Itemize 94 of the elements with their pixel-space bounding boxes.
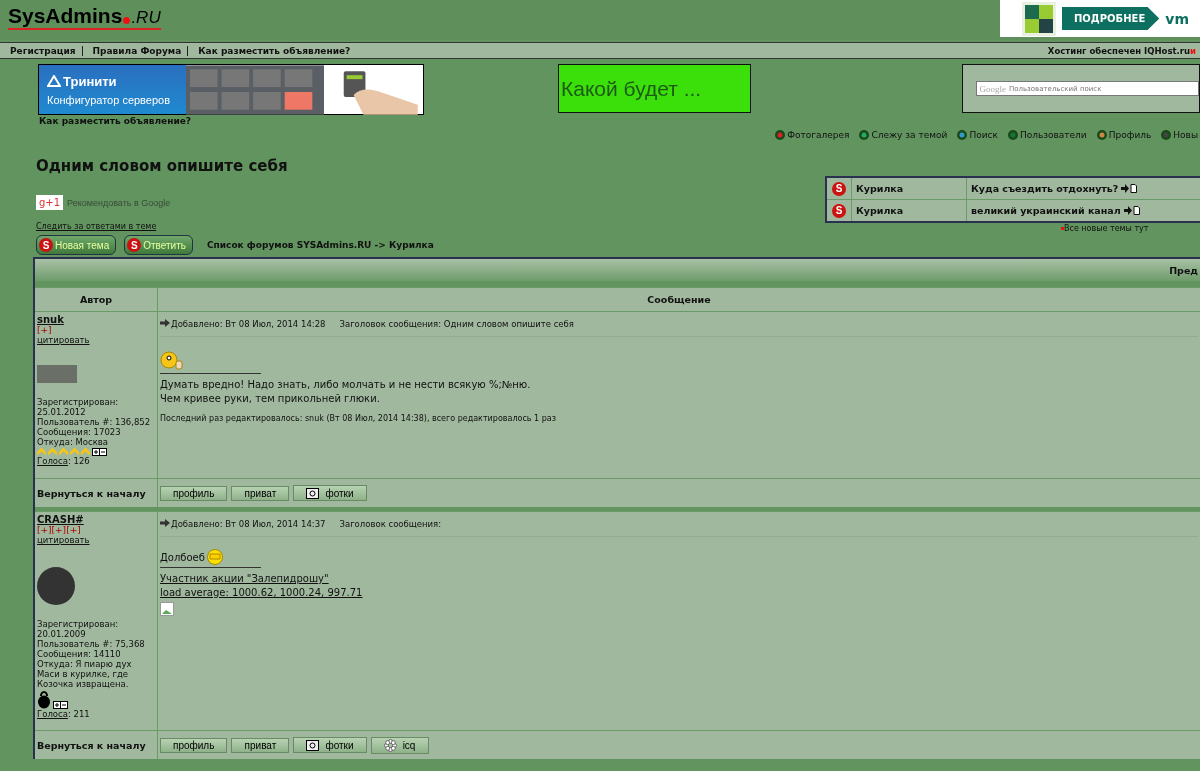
kettlebell-icon <box>37 689 51 709</box>
author-name[interactable]: CRASH# <box>37 514 84 525</box>
profile-action-button[interactable]: приват <box>231 737 290 753</box>
menu-dot-icon <box>1007 130 1018 140</box>
author-detail: Сообщения: 17023 <box>37 427 122 437</box>
menu-dot-icon <box>1161 130 1172 140</box>
ad-title: Тринити <box>63 73 117 89</box>
previous-link[interactable]: Пред <box>1169 264 1198 276</box>
votes-count: Голоса: 211 <box>37 709 90 719</box>
post-date: Добавлено: Вт 08 Июл, 2014 14:37 <box>160 519 326 529</box>
plus-minus-icon[interactable] <box>53 701 68 709</box>
profile-action-button[interactable]: фотки <box>293 485 367 501</box>
plus-minus-icon[interactable] <box>92 448 107 456</box>
reputation-link[interactable]: [+] <box>37 325 52 335</box>
profile-action-button[interactable]: фотки <box>293 737 367 753</box>
menu-link[interactable]: Поиск <box>957 130 998 140</box>
edit-note: Последний раз редактировалось: snuk (Вт 08 Июл, 2014 14:38), всего редактировалось 1 раз <box>160 414 556 423</box>
forum-logo-icon: S <box>832 181 846 196</box>
google-plus-button[interactable]: g+1 <box>36 195 64 210</box>
menu-link[interactable]: Слежу за темой <box>859 130 948 140</box>
ad-subtitle: Конфигуратор серверов <box>47 93 172 106</box>
forum-logo-icon: S <box>832 203 846 218</box>
arrow-icon <box>160 519 170 527</box>
broken-image-icon <box>160 602 174 616</box>
post-date: Добавлено: Вт 08 Июл, 2014 14:28 <box>160 319 326 329</box>
profile-action-button[interactable]: профиль <box>160 485 228 501</box>
goto-icon <box>1123 206 1140 215</box>
menu-dot-icon <box>775 130 786 140</box>
profile-action-button[interactable]: icq <box>370 736 429 754</box>
menu-link[interactable]: Фотогалерея <box>775 130 850 140</box>
hosting-text-more: и <box>1190 45 1196 56</box>
back-to-top-link[interactable]: Вернуться к началу <box>37 487 146 499</box>
follow-topic-link[interactable]: Следить за ответами в теме <box>36 222 434 231</box>
site-logo[interactable]: SysAdmins .RU <box>8 3 161 30</box>
quote-link[interactable]: цитировать <box>37 535 90 545</box>
server-ad-banner[interactable]: Тринити Конфигуратор серверов <box>38 64 424 115</box>
column-header: Сообщение <box>646 293 712 307</box>
menu-link[interactable]: Пользователи <box>1007 130 1087 140</box>
all-new-topics-link[interactable]: Все новые темы тут <box>1061 224 1200 233</box>
votes-count: Голоса: 126 <box>37 456 90 466</box>
ad-more-button[interactable]: ПОДРОБНЕЕ <box>1062 7 1160 30</box>
author-detail: Зарегистрирован: 25.01.2012 <box>37 397 120 417</box>
signature-link[interactable]: Участник акции "Залепидрошу" <box>160 572 329 586</box>
avatar-placeholder <box>37 567 75 605</box>
post-subject: Заголовок сообщения: Одним словом опишите себя <box>339 319 574 329</box>
goto-icon <box>1121 184 1138 193</box>
author-detail: Сообщения: 14110 <box>37 649 122 659</box>
forum-name[interactable]: Курилка <box>852 178 967 199</box>
nav-link[interactable]: Регистрация <box>0 45 83 56</box>
google-recommend-text: Рекомендовать в Google <box>67 197 171 208</box>
ad-banner[interactable]: ПОДРОБНЕЕ vm <box>1000 0 1200 37</box>
reputation-link[interactable]: [+][+][+] <box>37 525 81 535</box>
profile-action-button[interactable]: приват <box>231 485 290 501</box>
author-detail: Пользователь #: 75,368 <box>37 639 146 649</box>
arrow-icon <box>160 319 170 327</box>
author-name[interactable]: snuk <box>37 314 64 325</box>
nav-link[interactable]: Как разместить объявление? <box>188 45 357 56</box>
author-detail: Откуда: Я пиарю дух Маси в курилке, где Козочка извращена. <box>37 659 133 689</box>
quote-link[interactable]: цитировать <box>37 335 90 345</box>
profile-action-button[interactable]: профиль <box>160 737 228 753</box>
book-cover-icon <box>1022 1 1056 36</box>
menu-link[interactable]: Новы <box>1161 130 1198 140</box>
forum-name[interactable]: Курилка <box>852 200 967 221</box>
ad-link[interactable]: Как разместить объявление? <box>39 116 1200 126</box>
menu-link[interactable]: Профиль <box>1096 130 1152 140</box>
topic-link[interactable]: Куда съездить отдохнуть? <box>967 178 1138 199</box>
post-text: Долбоеб <box>160 551 205 563</box>
topic-link[interactable]: великий украинский канал <box>967 200 1140 221</box>
author-detail: Зарегистрирован: 20.01.2009 <box>37 619 120 639</box>
hosting-text: Хостинг обеспечен IQHost.ru <box>1047 45 1191 56</box>
back-to-top-link[interactable]: Вернуться к началу <box>37 739 146 751</box>
smiley-icon <box>160 349 184 371</box>
triangle-logo-icon <box>47 75 61 87</box>
topic-title: Одним словом опишите себя <box>36 157 289 175</box>
signature-link[interactable]: load average: 1000.62, 1000.24, 997.71 <box>160 586 363 600</box>
flower-icon <box>383 738 397 752</box>
author-detail: Пользователь #: 136,852 <box>37 417 152 427</box>
camera-icon <box>306 487 320 499</box>
menu-dot-icon <box>957 130 968 140</box>
breadcrumb: Список форумов SYSAdmins.RU -> Курилка <box>206 240 434 250</box>
signature-text: Думать вредно! Надо знать, либо молчать и не нести всякую %;№ню. <box>160 378 531 392</box>
post-subject: Заголовок сообщения: <box>339 519 442 529</box>
topic-action-button[interactable]: S Новая тема <box>36 235 117 255</box>
nav-link[interactable]: Правила Форума <box>82 45 189 56</box>
avatar-placeholder <box>37 365 77 383</box>
author-detail: Откуда: Москва <box>37 437 110 447</box>
camera-icon <box>306 739 320 751</box>
menu-dot-icon <box>859 130 870 140</box>
signature-text: Чем кривее руки, тем прикольней глюки. <box>160 392 380 406</box>
ad-brand-text: vm <box>1165 10 1189 27</box>
google-logo: Google <box>978 83 1006 94</box>
menu-dot-icon <box>1096 130 1107 140</box>
promo-banner[interactable]: Какой будет ... <box>558 64 752 113</box>
topic-action-button[interactable]: S Ответить <box>124 235 193 255</box>
